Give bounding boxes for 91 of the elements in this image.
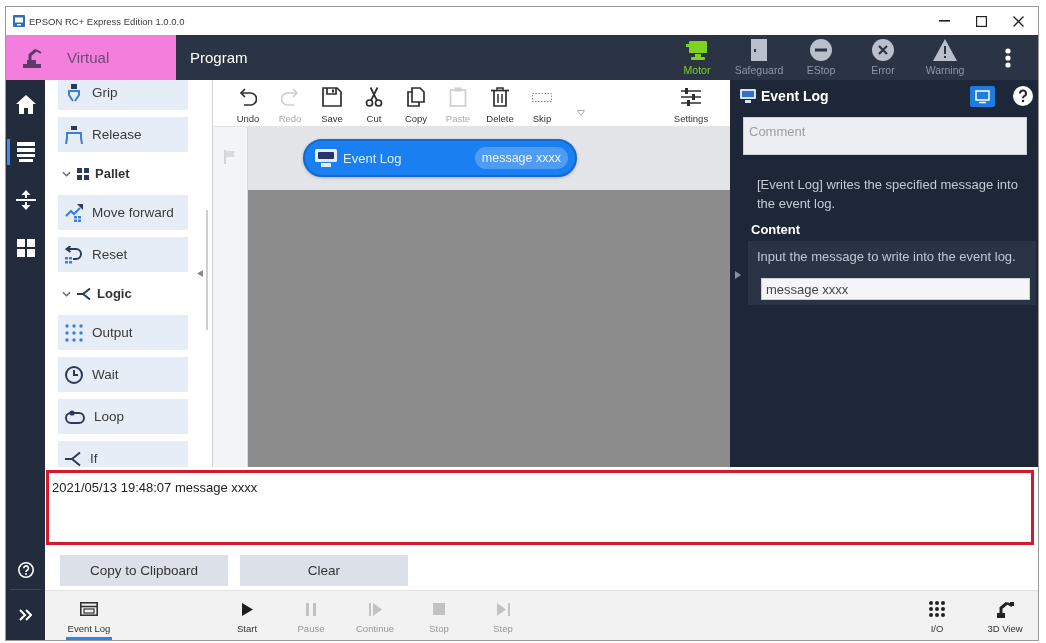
block-title: Event Log	[343, 150, 402, 166]
3d-view-button[interactable]: 3D View	[980, 591, 1030, 640]
grid-icon	[16, 239, 35, 257]
help-icon[interactable]	[1013, 86, 1033, 106]
cut-button[interactable]: Cut	[355, 80, 393, 126]
redo-icon	[281, 87, 299, 107]
copy-to-clipboard-button[interactable]: Copy to Clipboard	[60, 554, 228, 586]
undo-button[interactable]: Undo	[229, 80, 267, 126]
palette-item[interactable]: Wait	[58, 357, 188, 392]
branch-icon	[65, 450, 81, 467]
close-icon[interactable]	[1013, 15, 1024, 27]
status-button[interactable]: Warning	[916, 35, 974, 80]
trend-arrow-icon	[65, 203, 83, 222]
list-icon	[16, 142, 35, 162]
view-toggle-icon[interactable]	[970, 85, 995, 107]
log-entry: 2021/05/13 19:48:07 message xxxx	[52, 480, 258, 495]
clock-icon	[65, 365, 83, 384]
undo-icon	[239, 87, 257, 107]
delete-button[interactable]: Delete	[481, 80, 519, 126]
settings-button[interactable]: Settings	[672, 80, 710, 126]
monitor-icon	[740, 89, 756, 103]
monitor-icon	[315, 149, 337, 167]
stop-icon	[433, 603, 445, 615]
arrow-left-icon[interactable]	[197, 270, 203, 277]
minus-circle-icon	[810, 39, 832, 61]
dots-grid-icon	[929, 601, 945, 617]
window-title: EPSON RC+ Express Edition 1.0.0.0	[29, 15, 185, 27]
scissors-icon	[365, 87, 383, 107]
panel-title: Event Log	[761, 88, 829, 104]
palette-item[interactable]: Move forward	[58, 195, 188, 230]
branch-icon	[77, 286, 91, 301]
pause-icon	[306, 602, 316, 616]
grid-icon	[77, 167, 89, 180]
return-arrow-icon	[65, 245, 83, 264]
status-button[interactable]: EStop	[792, 35, 850, 80]
log-field[interactable]: 2021/05/13 19:48:07 message xxxx	[46, 470, 1034, 545]
arrow-right-icon[interactable]	[735, 271, 741, 279]
home-icon	[15, 94, 36, 114]
skip-button[interactable]: Skip	[523, 80, 561, 126]
status-button[interactable]: Safeguard	[730, 35, 788, 80]
gripper-icon	[65, 83, 83, 102]
robot-arm-icon	[22, 47, 42, 68]
move-arrows-icon	[15, 190, 36, 210]
event-log-tab[interactable]: Event Log	[66, 591, 112, 640]
copy-button[interactable]: Copy	[397, 80, 435, 126]
bar-play-icon	[368, 602, 382, 616]
dots-grid-icon	[65, 323, 83, 342]
warning-icon	[933, 39, 957, 61]
palette-item[interactable]: Reset	[58, 237, 188, 272]
error-icon	[872, 39, 894, 61]
maximize-icon[interactable]	[976, 15, 987, 27]
save-icon	[322, 87, 342, 107]
comment-field[interactable]: Comment	[743, 117, 1027, 155]
play-bar-icon	[496, 602, 510, 616]
trash-icon	[491, 87, 509, 107]
clear-button[interactable]: Clear	[240, 554, 408, 586]
loop-icon	[65, 409, 85, 424]
play-icon	[241, 602, 253, 616]
clipboard-icon	[449, 87, 467, 107]
copy-icon	[407, 87, 425, 107]
palette-item[interactable]: Output	[58, 315, 188, 350]
status-button[interactable]: Error	[854, 35, 912, 80]
palette-item[interactable]: Release	[58, 117, 188, 152]
status-button[interactable]: Motor	[668, 35, 726, 80]
help-icon[interactable]	[17, 562, 34, 578]
window-icon	[80, 602, 98, 616]
palette-item[interactable]: Loop	[58, 399, 188, 434]
page-title: Program	[190, 49, 248, 66]
minimize-icon[interactable]	[939, 20, 950, 22]
monitor-icon	[686, 39, 708, 61]
double-chevron-icon[interactable]	[19, 609, 32, 621]
door-icon	[751, 39, 767, 61]
palette-item[interactable]: If	[58, 441, 188, 467]
description-text: [Event Log] writes the specified message into the event log.	[757, 176, 1019, 213]
section-heading: Content	[751, 222, 801, 237]
app-icon	[13, 15, 25, 27]
dashed-rectangle-icon	[532, 92, 552, 102]
io-button[interactable]: I/O	[912, 591, 962, 640]
start-button[interactable]: Start	[217, 591, 277, 640]
more-icon[interactable]	[1005, 47, 1011, 68]
palette-group-header[interactable]: Logic	[58, 279, 188, 308]
hint-text: Input the message to write into the event log.	[757, 249, 1017, 265]
gripper-icon	[65, 125, 83, 144]
sliders-icon	[681, 88, 701, 106]
palette-group-header[interactable]: Pallet	[58, 159, 188, 188]
robot-arm-icon	[996, 600, 1014, 618]
scrollbar-thumb[interactable]	[206, 210, 208, 330]
message-field[interactable]: message xxxx	[761, 278, 1030, 300]
flag-icon	[224, 150, 236, 164]
palette-item[interactable]: Grip	[58, 80, 188, 110]
save-button[interactable]: Save	[313, 80, 351, 126]
